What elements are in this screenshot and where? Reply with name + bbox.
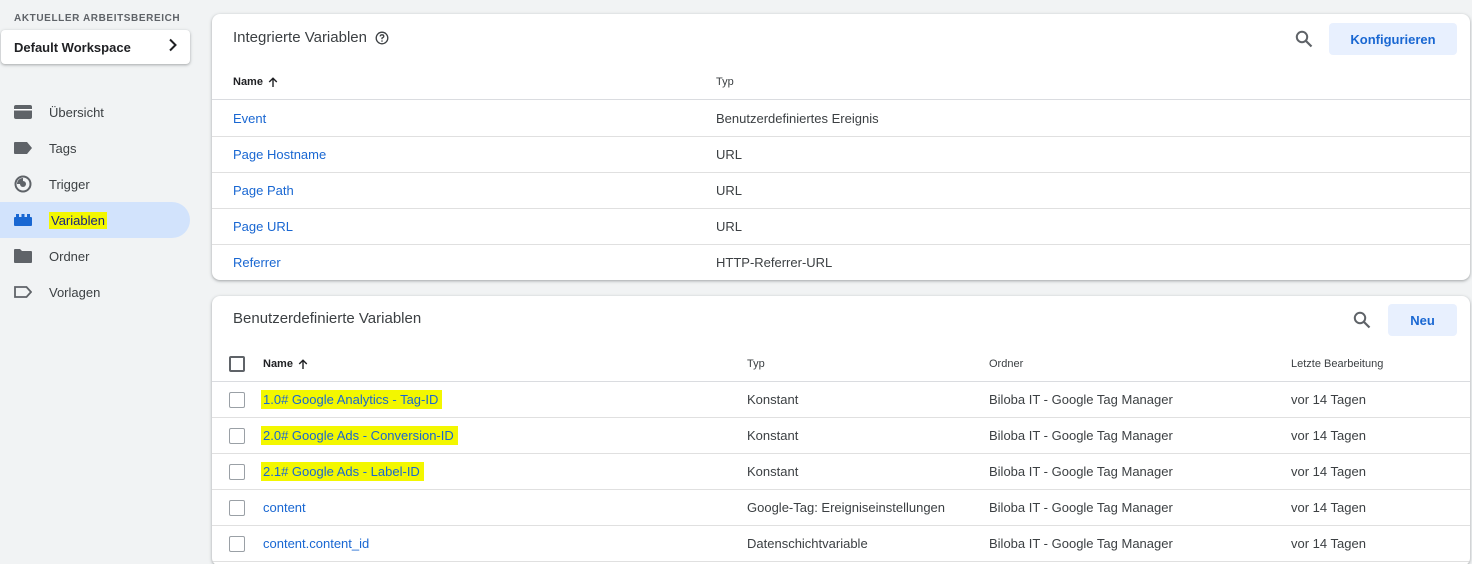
variable-type: HTTP-Referrer-URL [716, 255, 833, 270]
sidebar-item-folder[interactable]: Ordner [0, 238, 200, 274]
column-header-last-edited: Letzte Bearbeitung [1291, 358, 1384, 370]
variable-name-link[interactable]: Event [233, 101, 266, 136]
variable-name-link[interactable]: Page URL [233, 209, 293, 244]
folder-icon [13, 247, 32, 265]
search-icon[interactable] [1290, 25, 1318, 53]
row-checkbox[interactable] [229, 464, 245, 480]
table-row: 2.1# Google Ads - Label-ID Konstant Bilo… [212, 454, 1470, 490]
arrow-up-icon [298, 358, 308, 370]
row-checkbox[interactable] [229, 392, 245, 408]
variable-last-edited: vor 14 Tagen [1291, 428, 1366, 443]
search-icon[interactable] [1348, 306, 1376, 334]
variable-type: URL [716, 183, 743, 198]
variable-last-edited: vor 14 Tagen [1291, 536, 1366, 551]
builtin-variables-card: Integrierte Variablen Konfigurieren Name… [212, 14, 1470, 280]
column-label: Name [233, 76, 263, 88]
table-row: Referrer HTTP-Referrer-URL [212, 245, 1470, 280]
variables-icon [13, 211, 32, 229]
variable-name-link[interactable]: Page Path [233, 173, 294, 208]
workspace-label: AKTUELLER ARBEITSBEREICH [14, 13, 181, 24]
variable-last-edited: vor 14 Tagen [1291, 500, 1366, 515]
sidebar-item-label: Übersicht [49, 104, 104, 120]
overview-icon [13, 103, 32, 121]
variable-type: Konstant [747, 464, 799, 479]
highlight-mark: 1.0# Google Analytics - Tag-ID [261, 390, 443, 409]
workspace-name: Default Workspace [14, 39, 131, 55]
table-row: content.content_id Datenschichtvariable … [212, 526, 1470, 562]
variable-type: Konstant [747, 428, 799, 443]
table-row: Event Benutzerdefiniertes Ereignis [212, 101, 1470, 137]
highlight-mark: 2.0# Google Ads - Conversion-ID [261, 426, 458, 445]
variable-folder: Biloba IT - Google Tag Manager [989, 536, 1173, 551]
builtin-variables-title: Integrierte Variablen [233, 29, 389, 46]
configure-button[interactable]: Konfigurieren [1329, 23, 1457, 55]
sidebar-nav: Übersicht Tags Trigger Variablen Ordner [0, 94, 200, 310]
card-title-text: Integrierte Variablen [233, 29, 367, 46]
variable-name-link[interactable]: 2.1# Google Ads - Label-ID [261, 454, 424, 489]
variable-folder: Biloba IT - Google Tag Manager [989, 428, 1173, 443]
sidebar-item-overview[interactable]: Übersicht [0, 94, 200, 130]
table-header: Name Typ Ordner Letzte Bearbeitung [212, 346, 1470, 382]
custom-variables-card: Benutzerdefinierte Variablen Neu Name Ty… [212, 296, 1470, 564]
variable-folder: Biloba IT - Google Tag Manager [989, 464, 1173, 479]
variable-last-edited: vor 14 Tagen [1291, 464, 1366, 479]
tag-icon [13, 139, 32, 157]
select-all-checkbox[interactable] [229, 356, 245, 372]
variable-name-link[interactable]: content.content_id [263, 526, 369, 561]
variable-type: Benutzerdefiniertes Ereignis [716, 111, 879, 126]
variable-name-link[interactable]: Page Hostname [233, 137, 326, 172]
table-row: content Google-Tag: Ereigniseinstellunge… [212, 490, 1470, 526]
column-header-name[interactable]: Name [263, 346, 308, 382]
sidebar-item-label: Ordner [49, 248, 90, 264]
variable-name-link[interactable]: 2.0# Google Ads - Conversion-ID [261, 418, 458, 453]
column-header-type: Typ [716, 76, 734, 88]
sidebar-item-variables[interactable]: Variablen [0, 202, 190, 238]
variable-name-link[interactable]: Referrer [233, 245, 281, 280]
variable-type: URL [716, 147, 743, 162]
highlight-mark: Variablen [49, 211, 107, 229]
column-header-folder: Ordner [989, 358, 1024, 370]
workspace-selector[interactable]: Default Workspace [1, 30, 190, 64]
sidebar-item-label: Tags [49, 140, 77, 156]
variable-type: Datenschichtvariable [747, 536, 868, 551]
template-icon [13, 283, 32, 301]
variable-type: Google-Tag: Ereigniseinstellungen [747, 500, 946, 515]
sidebar-item-label: Vorlagen [49, 284, 101, 300]
arrow-up-icon [268, 76, 278, 88]
table-row: Page Hostname URL [212, 137, 1470, 173]
row-checkbox[interactable] [229, 536, 245, 552]
variable-name-link[interactable]: 1.0# Google Analytics - Tag-ID [261, 382, 443, 417]
table-row: Page Path URL [212, 173, 1470, 209]
table-row: 2.0# Google Ads - Conversion-ID Konstant… [212, 418, 1470, 454]
variable-folder: Biloba IT - Google Tag Manager [989, 392, 1173, 407]
sidebar-item-templates[interactable]: Vorlagen [0, 274, 200, 310]
variable-name-link[interactable]: content [263, 490, 306, 525]
row-checkbox[interactable] [229, 500, 245, 516]
row-checkbox[interactable] [229, 428, 245, 444]
table-row: Page URL URL [212, 209, 1470, 245]
chevron-right-icon [168, 38, 178, 57]
custom-variables-title: Benutzerdefinierte Variablen [233, 310, 422, 327]
sidebar-item-trigger[interactable]: Trigger [0, 166, 200, 202]
sidebar-item-tags[interactable]: Tags [0, 130, 200, 166]
table-header: Name Typ [212, 64, 1470, 100]
variable-type: Konstant [747, 392, 799, 407]
sidebar: AKTUELLER ARBEITSBEREICH Default Workspa… [0, 0, 200, 564]
variable-last-edited: vor 14 Tagen [1291, 392, 1366, 407]
table-row: 1.0# Google Analytics - Tag-ID Konstant … [212, 382, 1470, 418]
column-header-name[interactable]: Name [233, 64, 278, 100]
help-icon[interactable] [375, 31, 389, 45]
sidebar-item-label: Trigger [49, 176, 90, 192]
trigger-icon [13, 175, 32, 193]
sidebar-item-label: Variablen [49, 211, 107, 229]
column-header-type: Typ [747, 358, 765, 370]
variable-type: URL [716, 219, 743, 234]
column-label: Name [263, 358, 293, 370]
variable-folder: Biloba IT - Google Tag Manager [989, 500, 1173, 515]
highlight-mark: 2.1# Google Ads - Label-ID [261, 462, 424, 481]
new-button[interactable]: Neu [1388, 304, 1457, 336]
